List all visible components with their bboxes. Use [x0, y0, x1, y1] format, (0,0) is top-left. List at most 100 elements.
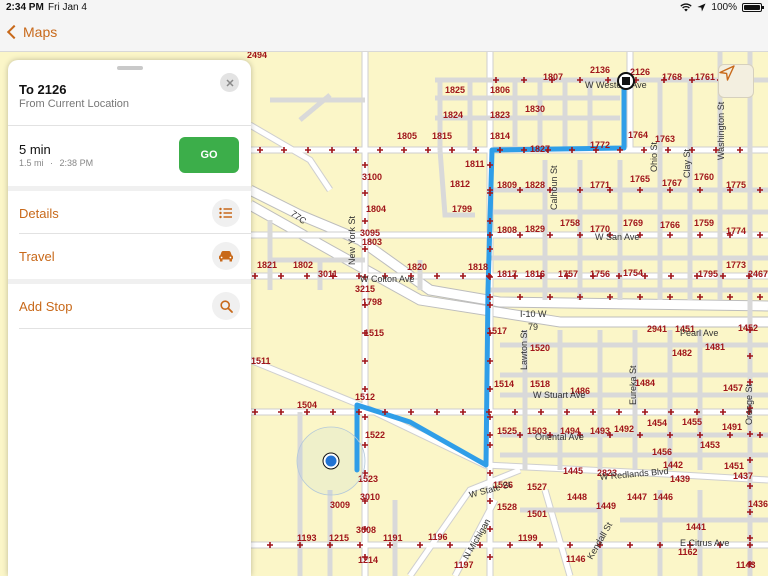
car-icon: [212, 242, 240, 270]
parcel-label: 1214: [358, 555, 378, 565]
parcel-label: 3011: [318, 269, 338, 279]
parcel-label: 1441: [686, 522, 706, 532]
parcel-label: 1445: [563, 466, 583, 476]
details-row[interactable]: Details: [8, 191, 251, 236]
destination-pin-icon[interactable]: [617, 72, 635, 90]
parcel-label: 1453: [700, 440, 720, 450]
parcel-label: 2494: [247, 52, 267, 60]
parcel-label: 1821: [257, 260, 277, 270]
street-label: Clay St: [682, 148, 692, 178]
parcel-label: 1802: [293, 260, 313, 270]
parcel-label: 1143: [736, 560, 756, 570]
parcel-label: 1501: [527, 509, 547, 519]
parcel-label: 1492: [614, 424, 634, 434]
parcel-label: 1817: [497, 269, 517, 279]
parcel-label: 1146: [566, 554, 586, 564]
panel-subtitle: From Current Location: [19, 98, 130, 110]
route-panel: To 2126 From Current Location 5 min 1.5 …: [8, 60, 251, 576]
parcel-label: 1512: [355, 392, 375, 402]
parcel-label: 1449: [596, 501, 616, 511]
parcel-label: 1456: [652, 447, 672, 457]
eta-distance: 1.5 mi: [19, 158, 44, 168]
battery-icon: [742, 3, 764, 12]
close-icon: [225, 78, 234, 87]
parcel-label: 1816: [525, 269, 545, 279]
add-stop-row[interactable]: Add Stop: [8, 284, 251, 329]
street-label: W San Ave: [595, 232, 639, 242]
divider: [19, 328, 251, 329]
location-arrow-icon: [697, 3, 706, 12]
parcel-label: 1436: [748, 499, 768, 509]
parcel-label: 1447: [627, 492, 647, 502]
parcel-label: 1162: [678, 547, 698, 557]
parcel-label: 1769: [623, 218, 643, 228]
nav-bar: Maps: [0, 16, 768, 52]
parcel-label: 1767: [662, 178, 682, 188]
street-label: Lawton St: [519, 329, 529, 370]
parcel-label: 1511: [251, 356, 271, 366]
parcel-label: 1448: [567, 492, 587, 502]
travel-label: Travel: [19, 249, 55, 264]
parcel-label: 1439: [670, 474, 690, 484]
parcel-label: 1215: [329, 533, 349, 543]
add-stop-label: Add Stop: [19, 299, 73, 314]
chevron-left-icon: [6, 24, 22, 40]
parcel-label: 3009: [330, 500, 350, 510]
parcel-label: 1795: [698, 269, 718, 279]
street-label: Pearl Ave: [680, 328, 718, 338]
street-label: E Citrus Ave: [680, 538, 729, 548]
parcel-label: 1193: [297, 533, 317, 543]
location-arrow-icon: [719, 65, 735, 81]
parcel-label: 1527: [527, 482, 547, 492]
parcel-label: 1191: [383, 533, 403, 543]
list-icon: [212, 199, 240, 227]
parcel-label: 1814: [490, 131, 510, 141]
street-label: Washington St: [716, 101, 726, 160]
parcel-label: 1514: [494, 379, 514, 389]
parcel-label: 1757: [558, 269, 578, 279]
divider: [8, 125, 251, 126]
parcel-label: 1199: [518, 533, 538, 543]
back-button[interactable]: Maps: [6, 24, 57, 40]
parcel-label: 1804: [366, 204, 386, 214]
parcel-label: 1773: [726, 260, 746, 270]
parcel-label: 1759: [694, 218, 714, 228]
parcel-label: 1196: [428, 532, 448, 542]
panel-title: To 2126: [19, 82, 67, 97]
parcel-label: 1803: [362, 237, 382, 247]
parcel-label: 2467: [748, 269, 768, 279]
parcel-label: 1455: [682, 417, 702, 427]
current-location-icon[interactable]: [296, 426, 366, 496]
battery-percent: 100%: [711, 2, 737, 13]
parcel-label: 3215: [355, 284, 375, 294]
parcel-label: 1518: [530, 379, 550, 389]
parcel-label: 1827: [530, 144, 550, 154]
wifi-icon: [680, 3, 693, 12]
parcel-label: 1451: [724, 461, 744, 471]
close-button[interactable]: [220, 73, 239, 92]
parcel-label: 1772: [590, 140, 610, 150]
parcel-label: 1824: [443, 110, 463, 120]
parcel-label: 1454: [647, 418, 667, 428]
street-label: Oriental Ave: [535, 432, 584, 442]
parcel-label: 1811: [465, 159, 485, 169]
panel-grabber[interactable]: [117, 66, 143, 70]
parcel-label: 1820: [407, 262, 427, 272]
street-label: 79: [528, 322, 538, 332]
parcel-label: 1754: [623, 268, 643, 278]
parcel-label: 1823: [490, 110, 510, 120]
parcel-label: 1491: [722, 422, 742, 432]
parcel-label: 1799: [452, 204, 472, 214]
eta-duration: 5 min: [19, 142, 51, 157]
travel-row[interactable]: Travel: [8, 234, 251, 279]
go-button[interactable]: GO: [179, 137, 239, 173]
parcel-label: 1829: [525, 224, 545, 234]
eta-separator: ·: [50, 158, 54, 168]
back-label: Maps: [23, 24, 58, 40]
parcel-label: 1520: [530, 343, 550, 353]
parcel-label: 1457: [723, 383, 743, 393]
parcel-label: 1481: [705, 342, 725, 352]
details-label: Details: [19, 206, 59, 221]
locate-me-button[interactable]: [718, 64, 754, 98]
eta-arrival: 2:38 PM: [59, 158, 94, 168]
